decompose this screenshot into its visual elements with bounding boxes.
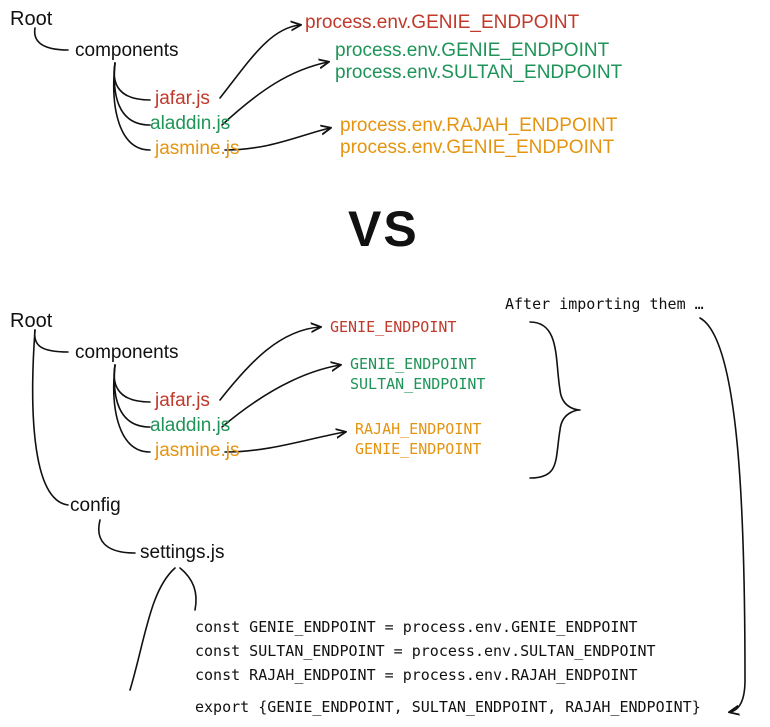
bottom-root-label: Root bbox=[10, 310, 52, 333]
top-file-jafar: jafar.js bbox=[155, 88, 210, 110]
bottom-env-jasmine-2: GENIE_ENDPOINT bbox=[355, 440, 481, 458]
bottom-file-jafar: jafar.js bbox=[155, 390, 210, 412]
after-importing-label: After importing them … bbox=[505, 295, 704, 313]
top-components-label: components bbox=[75, 40, 179, 62]
bottom-env-aladdin-1: GENIE_ENDPOINT bbox=[350, 355, 476, 373]
top-env-aladdin-1: process.env.GENIE_ENDPOINT bbox=[335, 40, 609, 62]
bottom-settings-label: settings.js bbox=[140, 542, 224, 564]
bottom-env-jasmine-1: RAJAH_ENDPOINT bbox=[355, 420, 481, 438]
code-line-2: const SULTAN_ENDPOINT = process.env.SULT… bbox=[195, 642, 656, 660]
bottom-env-aladdin-2: SULTAN_ENDPOINT bbox=[350, 375, 485, 393]
vs-label: VS bbox=[348, 200, 419, 258]
bottom-components-label: components bbox=[75, 342, 179, 364]
bottom-file-jasmine: jasmine.js bbox=[155, 440, 239, 462]
bottom-env-jafar-1: GENIE_ENDPOINT bbox=[330, 318, 456, 336]
bottom-config-label: config bbox=[70, 495, 121, 517]
top-env-jafar-1: process.env.GENIE_ENDPOINT bbox=[305, 12, 579, 34]
code-line-1: const GENIE_ENDPOINT = process.env.GENIE… bbox=[195, 618, 638, 636]
code-line-3: const RAJAH_ENDPOINT = process.env.RAJAH… bbox=[195, 666, 638, 684]
top-file-aladdin: aladdin.js bbox=[150, 113, 230, 135]
top-root-label: Root bbox=[10, 8, 52, 31]
top-env-aladdin-2: process.env.SULTAN_ENDPOINT bbox=[335, 62, 622, 84]
bottom-file-aladdin: aladdin.js bbox=[150, 415, 230, 437]
top-env-jasmine-2: process.env.GENIE_ENDPOINT bbox=[340, 137, 614, 159]
code-line-4: export {GENIE_ENDPOINT, SULTAN_ENDPOINT,… bbox=[195, 698, 701, 716]
top-file-jasmine: jasmine.js bbox=[155, 138, 239, 160]
top-env-jasmine-1: process.env.RAJAH_ENDPOINT bbox=[340, 115, 617, 137]
